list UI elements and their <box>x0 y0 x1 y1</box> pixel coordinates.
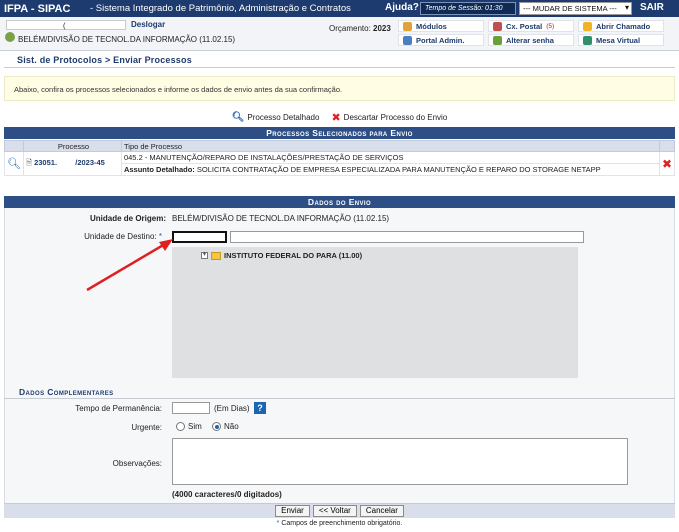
origin-label: Unidade de Origem: <box>89 214 166 223</box>
process-number-b[interactable]: /2023-45 <box>75 158 105 167</box>
unit-tree[interactable]: + INSTITUTO FEDERAL DO PARA (11.00) <box>172 247 578 378</box>
urgent-yes-label: Sim <box>188 422 202 431</box>
button-bar: Enviar << Voltar Cancelar <box>4 503 675 518</box>
permanence-label: Tempo de Permanência: <box>75 404 162 413</box>
open-ticket-label: Abrir Chamado <box>596 21 651 31</box>
system-select[interactable]: --- MUDAR DE SISTEMA --- ▾ <box>519 2 632 15</box>
legend-detail-label: Processo Detalhado <box>247 113 320 122</box>
folder-icon <box>211 251 221 260</box>
obs-label: Observações: <box>112 459 162 468</box>
unit-icon <box>5 32 15 42</box>
magnifier-icon: 🔍︎ <box>231 112 245 123</box>
system-subtitle: - Sistema Integrado de Patrimônio, Admin… <box>90 3 351 14</box>
permanence-unit: (Em Dias) <box>214 404 250 413</box>
envio-header: Dados do Envio <box>4 196 675 208</box>
detail-magnifier-icon[interactable]: 🔍︎ <box>4 151 24 176</box>
urgent-yes-radio[interactable]: Sim <box>176 422 202 431</box>
cancel-button[interactable]: Cancelar <box>359 505 404 517</box>
observations-textarea[interactable] <box>172 438 628 485</box>
modules-label: Módulos <box>416 21 447 31</box>
breadcrumb: Sist. de Protocolos > Enviar Processos <box>17 55 192 65</box>
required-note: * Campos de preenchimento obrigatório. <box>0 520 679 527</box>
modules-icon <box>403 21 412 31</box>
system-select-value: --- MUDAR DE SISTEMA --- <box>523 4 617 13</box>
origin-value: BELÉM/DIVISÃO DE TECNOL.DA INFORMAÇÃO (1… <box>172 214 390 223</box>
discard-process-icon[interactable]: ✖ <box>658 151 676 176</box>
required-star: * <box>276 520 280 527</box>
admin-portal-button[interactable]: Portal Admin. <box>398 34 484 46</box>
divider <box>4 67 675 68</box>
urgent-label: Urgente: <box>131 423 162 432</box>
table-row: 🔍︎ 🗎 23051. /2023-45 045.2 - MANUTENÇÃO/… <box>4 151 676 176</box>
top-bar: IFPA - SIPAC - Sistema Integrado de Patr… <box>0 0 679 17</box>
col-process: Processo <box>22 140 122 152</box>
modules-button[interactable]: Módulos <box>398 20 484 32</box>
process-subject: Assunto Detalhado: SOLICITA CONTRATAÇÃO … <box>120 163 660 176</box>
tree-root-label[interactable]: INSTITUTO FEDERAL DO PARA (11.00) <box>224 251 362 260</box>
dest-code-input[interactable] <box>172 231 227 243</box>
subject-value: SOLICITA CONTRATAÇÃO DE EMPRESA ESPECIAL… <box>196 165 601 174</box>
urgent-no-label: Não <box>224 422 239 431</box>
col-icon <box>4 140 24 152</box>
legend: 🔍︎ Processo Detalhado ✖ Descartar Proces… <box>0 111 679 124</box>
admin-portal-label: Portal Admin. <box>416 35 465 45</box>
urgent-no-radio[interactable]: Não <box>212 422 239 431</box>
legend-detail: 🔍︎ Processo Detalhado <box>232 111 320 124</box>
discard-icon: ✖ <box>331 112 341 124</box>
deslogar-link[interactable]: Deslogar <box>131 20 165 29</box>
help-link[interactable]: Ajuda? <box>385 2 419 13</box>
virtual-desk-label: Mesa Virtual <box>596 35 641 45</box>
subject-label: Assunto Detalhado: <box>123 165 195 174</box>
portal-icon <box>403 35 412 45</box>
change-password-label: Alterar senha <box>506 35 554 45</box>
process-doc-icon: 🗎 <box>25 158 32 167</box>
budget-label: Orçamento: <box>329 24 371 33</box>
mailbox-label: Cx. Postal <box>506 21 543 31</box>
selected-processes-table: Processo Tipo de Processo 🔍︎ 🗎 23051. /2… <box>4 140 676 176</box>
divider <box>4 398 675 399</box>
radio-yes-circle[interactable] <box>176 422 185 431</box>
budget-year-value: 2023 <box>373 24 391 33</box>
radio-no-circle[interactable] <box>212 422 221 431</box>
complementares-header: Dados Complementares <box>19 387 114 397</box>
mailbox-button[interactable]: Cx. Postal (5) <box>488 20 574 32</box>
system-name: IFPA - SIPAC <box>4 2 71 15</box>
open-ticket-button[interactable]: Abrir Chamado <box>578 20 664 32</box>
desk-icon <box>583 35 592 45</box>
ticket-icon <box>583 21 592 31</box>
user-name: ( <box>6 20 126 30</box>
mailbox-icon <box>493 21 502 31</box>
session-timer: Tempo de Sessão: 01:30 <box>420 2 516 15</box>
legend-discard-label: Descartar Processo do Envio <box>343 113 448 122</box>
selected-processes-header: Processos Selecionados para Envio <box>4 127 675 139</box>
char-counter: (4000 caracteres/0 digitados) <box>172 490 282 499</box>
help-icon[interactable]: ? <box>254 402 266 414</box>
col-action <box>658 140 676 152</box>
current-unit: BELÉM/DIVISÃO DE TECNOL.DA INFORMAÇÃO (1… <box>18 35 236 44</box>
required-note-text: Campos de preenchimento obrigatório. <box>281 520 403 527</box>
permanence-input[interactable] <box>172 402 210 414</box>
process-number[interactable]: 🗎 23051. /2023-45 <box>22 151 122 176</box>
col-type: Tipo de Processo <box>120 140 660 152</box>
process-number-a[interactable]: 23051. <box>34 158 57 167</box>
expand-icon[interactable]: + <box>201 252 208 259</box>
send-button[interactable]: Enviar <box>275 505 310 517</box>
info-message: Abaixo, confira os processos selecionado… <box>4 76 675 101</box>
virtual-desk-button[interactable]: Mesa Virtual <box>578 34 664 46</box>
legend-discard: ✖ Descartar Processo do Envio <box>331 111 447 124</box>
back-button[interactable]: << Voltar <box>312 505 357 517</box>
change-password-button[interactable]: Alterar senha <box>488 34 574 46</box>
key-icon <box>493 35 502 45</box>
user-bar: ( Deslogar BELÉM/DIVISÃO DE TECNOL.DA IN… <box>0 17 679 51</box>
tree-node-root[interactable]: + INSTITUTO FEDERAL DO PARA (11.00) <box>201 251 362 260</box>
mailbox-count: (5) <box>546 22 555 30</box>
budget-year: Orçamento: 2023 <box>329 24 391 33</box>
chevron-down-icon: ▾ <box>624 3 629 12</box>
logout-button[interactable]: SAIR <box>640 2 664 13</box>
dest-name-input[interactable] <box>230 231 584 243</box>
process-type: 045.2 - MANUTENÇÃO/REPARO DE INSTALAÇÕES… <box>120 151 660 164</box>
annotation-arrow-icon <box>86 239 173 292</box>
